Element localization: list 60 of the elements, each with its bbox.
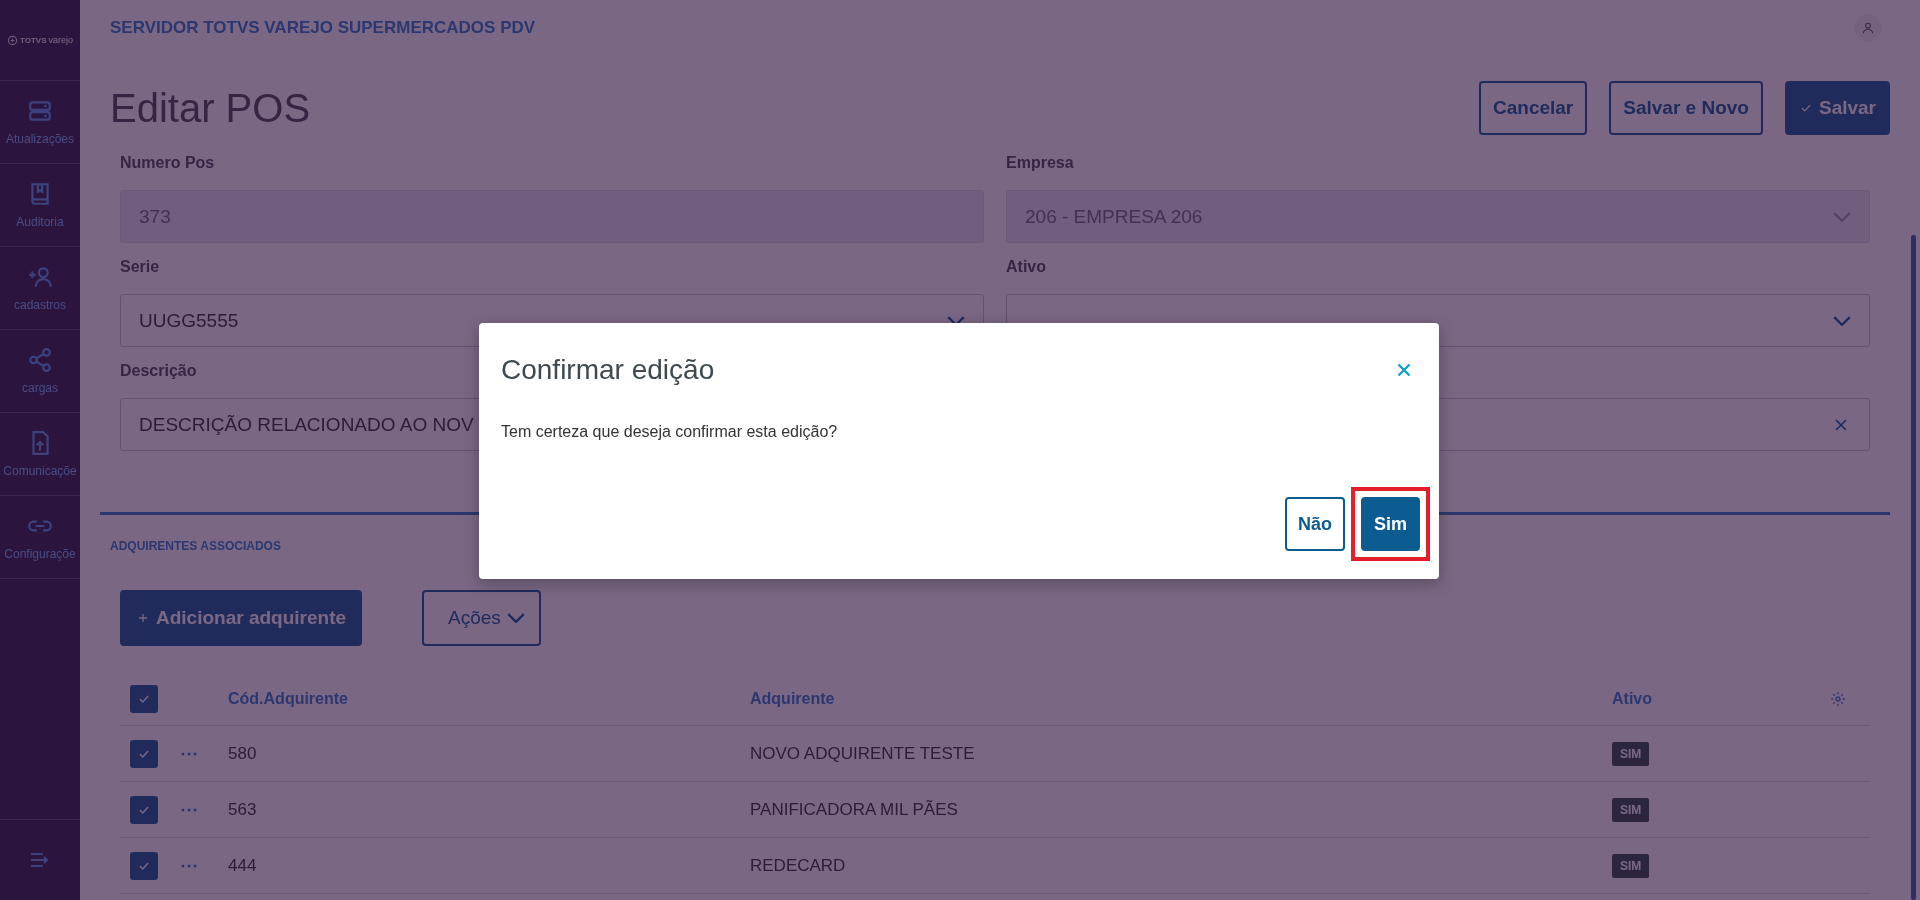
checkbox[interactable] <box>130 795 158 824</box>
dialog-title: Confirmar edição <box>501 354 715 386</box>
actions-dropdown[interactable]: Ações <box>422 590 541 646</box>
table-cell: NOVO ADQUIRENTE TESTE <box>750 743 975 764</box>
logo-icon <box>6 34 18 46</box>
table-cell: 563 <box>228 799 257 820</box>
sidebar-item[interactable]: Auditoria <box>0 164 80 247</box>
field-label: Numero Pos <box>120 153 215 173</box>
scrollbar[interactable] <box>1911 235 1916 900</box>
app-title: SERVIDOR TOTVS VAREJO SUPERMERCADOS PDV <box>110 18 536 38</box>
page-title: Editar POS <box>110 85 311 131</box>
field-label: Ativo <box>1006 257 1046 277</box>
sidebar-label: cadastros <box>14 298 66 312</box>
action-button[interactable]: Salvar e Novo <box>1609 81 1763 135</box>
user-avatar[interactable] <box>1854 14 1882 42</box>
sidebar-item[interactable]: cargas <box>0 330 80 413</box>
user-icon <box>1861 21 1875 35</box>
sidebar-label: Configuraçõe <box>4 547 76 561</box>
table-cell: 444 <box>228 855 257 876</box>
chevron-down-icon <box>1833 211 1851 222</box>
status-tag: SIM <box>1612 797 1650 822</box>
sidebar-item[interactable]: Atualizações <box>0 81 80 164</box>
add-user-icon <box>27 264 53 290</box>
column-header[interactable]: Ativo <box>1612 690 1652 708</box>
logo-text: TOTVS <box>19 35 47 45</box>
column-header[interactable]: Adquirente <box>750 690 835 708</box>
sidebar-item[interactable]: Configuraçõe <box>0 496 80 579</box>
sidebar-item[interactable]: Comunicaçõe <box>0 413 80 496</box>
field-label: Empresa <box>1006 153 1074 173</box>
table-cell: REDECARD <box>750 855 846 876</box>
checkbox[interactable] <box>130 685 158 713</box>
chevron-down-icon <box>1833 315 1851 326</box>
checkbox[interactable] <box>130 851 158 880</box>
sidebar-label: cargas <box>22 381 58 395</box>
chevron-down-icon <box>506 613 525 623</box>
status-tag: SIM <box>1612 853 1650 878</box>
sidebar-label: Comunicaçõe <box>3 464 77 478</box>
action-button[interactable]: Cancelar <box>1479 81 1588 135</box>
settings-icon <box>1830 691 1846 707</box>
server-icon <box>27 98 53 124</box>
status-tag: SIM <box>1612 741 1650 766</box>
table-cell: 580 <box>228 743 257 764</box>
field-label: Serie <box>120 257 160 277</box>
sidebar-item[interactable]: cadastros <box>0 247 80 330</box>
add-button[interactable]: Adicionar adquirente <box>120 590 363 646</box>
logo-subtext: varejo <box>48 35 73 45</box>
confirm-button[interactable]: Sim <box>1361 497 1420 551</box>
share-icon <box>27 347 53 373</box>
checkbox[interactable] <box>130 739 158 768</box>
cancel-button[interactable]: Não <box>1284 497 1345 551</box>
section-title: ADQUIRENTES ASSOCIADOS <box>110 539 281 555</box>
sidebar-label: Auditoria <box>16 215 64 229</box>
chevron-down-icon <box>947 315 965 326</box>
table-cell: PANIFICADORA MIL PÃES <box>750 799 958 820</box>
save-button[interactable]: Salvar <box>1784 81 1890 135</box>
sidebar-label: Atualizações <box>5 132 74 146</box>
dialog-message: Tem certeza que deseja confirmar esta edição? <box>501 423 839 441</box>
column-header[interactable]: Cód.Adquirente <box>228 690 348 708</box>
field-label: Descrição <box>120 361 197 381</box>
plus-icon <box>136 611 150 625</box>
